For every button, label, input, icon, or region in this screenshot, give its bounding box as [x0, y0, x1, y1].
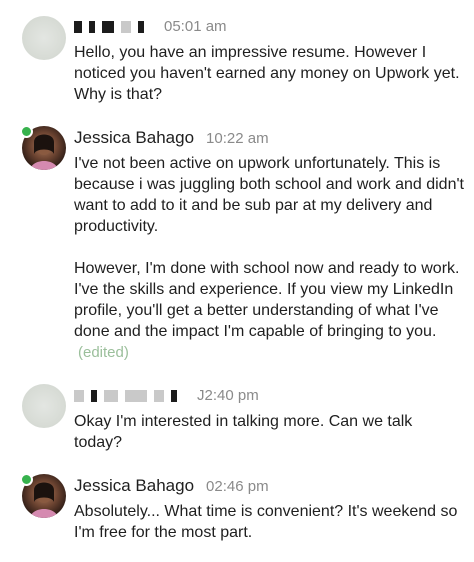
redacted-sender-name — [74, 18, 144, 33]
redacted-sender-name — [74, 387, 177, 402]
message-text-content: However, I'm done with school now and re… — [74, 260, 460, 340]
sender-name[interactable]: Jessica Bahago — [74, 128, 194, 148]
message-text: I've not been active on upwork unfortuna… — [74, 155, 464, 235]
avatar[interactable] — [22, 384, 66, 428]
message-timestamp: J2:40 pm — [197, 387, 259, 404]
message-body: I've not been active on upwork unfortuna… — [74, 153, 464, 363]
sender-name[interactable]: Jessica Bahago — [74, 476, 194, 496]
message-header: Jessica Bahago 10:22 am — [74, 128, 269, 150]
message-text: Absolutely... What time is convenient? I… — [74, 503, 458, 541]
message-header: Jessica Bahago 02:46 pm — [74, 476, 269, 498]
avatar[interactable] — [22, 16, 66, 60]
blurred-avatar — [22, 384, 66, 428]
online-status-icon — [20, 125, 33, 138]
online-status-icon — [20, 473, 33, 486]
message-text: Okay I'm interested in talking more. Can… — [74, 413, 413, 451]
blurred-avatar — [22, 16, 66, 60]
message-timestamp: 10:22 am — [206, 130, 269, 147]
avatar[interactable] — [20, 473, 66, 518]
message-timestamp: 05:01 am — [164, 18, 227, 35]
message-header: J2:40 pm — [74, 387, 259, 409]
avatar[interactable] — [20, 125, 66, 170]
message-body: Hello, you have an impressive resume. Ho… — [74, 42, 464, 105]
message-body: Okay I'm interested in talking more. Can… — [74, 411, 464, 453]
message-header: 05:01 am — [74, 18, 227, 40]
message-text: Hello, you have an impressive resume. Ho… — [74, 44, 460, 103]
message-body: Absolutely... What time is convenient? I… — [74, 501, 464, 543]
message-text: However, I'm done with school now and re… — [74, 258, 464, 363]
edited-label: (edited) — [78, 344, 129, 361]
chat-thread: 05:01 am Hello, you have an impressive r… — [0, 0, 474, 562]
message-timestamp: 02:46 pm — [206, 478, 269, 495]
